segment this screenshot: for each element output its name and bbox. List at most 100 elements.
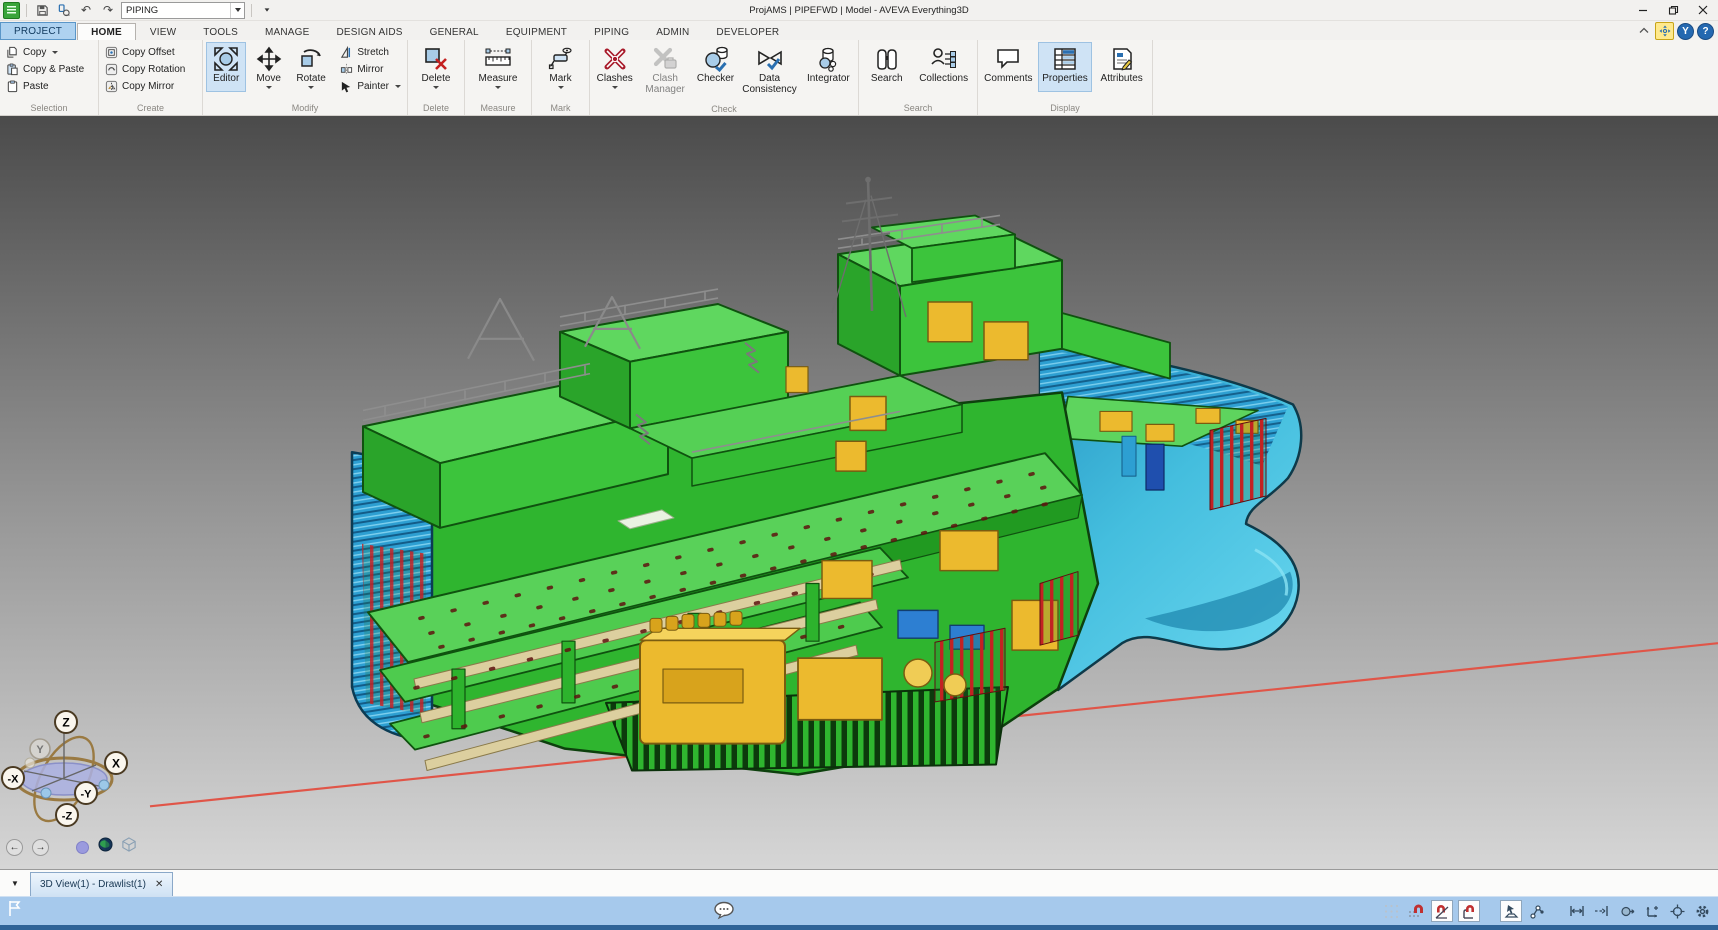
- tab-admin[interactable]: ADMIN: [643, 24, 702, 40]
- collapse-ribbon-icon[interactable]: [1636, 26, 1652, 36]
- svg-text:X: X: [112, 757, 120, 771]
- copy-button[interactable]: Copy: [3, 44, 87, 60]
- painter-button[interactable]: Painter: [337, 78, 404, 94]
- customize-toolbar-icon[interactable]: [258, 2, 276, 18]
- data-consistency-button[interactable]: Data Consistency: [739, 42, 799, 103]
- delete-icon: [423, 45, 449, 73]
- move-button[interactable]: Move: [248, 42, 288, 92]
- orbit-center-icon[interactable]: [1617, 901, 1637, 921]
- properties-button[interactable]: Properties: [1038, 42, 1093, 92]
- integrator-button[interactable]: Integrator: [802, 42, 855, 92]
- editor-button[interactable]: Editor: [206, 42, 246, 92]
- tab-general[interactable]: GENERAL: [417, 24, 492, 40]
- publish-model-icon[interactable]: [55, 2, 73, 18]
- tab-project[interactable]: PROJECT: [0, 22, 76, 40]
- view-tab-active[interactable]: 3D View(1) - Drawlist(1) ✕: [30, 872, 173, 896]
- close-view-icon[interactable]: ✕: [155, 879, 163, 890]
- aveva-y-icon[interactable]: Y: [1677, 23, 1694, 40]
- ribbon-group-display: Comments Properties Attributes Display: [978, 40, 1153, 115]
- tab-design-aids[interactable]: DESIGN AIDS: [324, 24, 416, 40]
- move-icon: [256, 45, 282, 73]
- chevron-down-icon[interactable]: [230, 3, 244, 18]
- quick-access-toolbar: ↶ ↷ PIPING: [0, 2, 276, 19]
- paste-button[interactable]: Paste: [3, 78, 87, 94]
- svg-text:-Y: -Y: [81, 789, 93, 801]
- save-icon[interactable]: [33, 2, 51, 18]
- clash-manager-icon: [652, 45, 678, 73]
- gizmo-axis-neg-z[interactable]: -Z: [56, 804, 78, 826]
- 3d-viewport[interactable]: Y Z X -X -Y -Z ←: [0, 116, 1718, 869]
- undo-icon[interactable]: ↶: [77, 2, 95, 18]
- collections-button[interactable]: Collections: [913, 42, 974, 92]
- view-tab-bar: ▼ 3D View(1) - Drawlist(1) ✕: [0, 869, 1718, 896]
- separator: [26, 4, 27, 17]
- copy-rotation-button[interactable]: Copy Rotation: [102, 61, 188, 77]
- copy-mirror-button[interactable]: Copy Mirror: [102, 78, 188, 94]
- crosshair-icon[interactable]: [1667, 901, 1687, 921]
- delete-button[interactable]: Delete: [411, 42, 461, 92]
- ribbon-group-check: Clashes Clash Manager Checker: [590, 40, 859, 115]
- tab-manage[interactable]: MANAGE: [252, 24, 323, 40]
- rotate-button[interactable]: Rotate: [291, 42, 331, 92]
- tab-developer[interactable]: DEVELOPER: [703, 24, 792, 40]
- minimize-button[interactable]: [1628, 0, 1658, 20]
- copy-offset-button[interactable]: Copy Offset: [102, 44, 188, 60]
- snap-settings-icon[interactable]: [1692, 901, 1712, 921]
- title-bar: ↶ ↷ PIPING ProjAMS | PIPEFWD | Model - A…: [0, 0, 1718, 21]
- mirror-button[interactable]: Mirror: [337, 61, 404, 77]
- gizmo-axis-z[interactable]: Z: [55, 711, 77, 733]
- position-axes-icon[interactable]: [1642, 901, 1662, 921]
- ribbon-group-selection: Copy Copy & Paste Paste Selection: [0, 40, 99, 115]
- node-link-icon[interactable]: [1527, 901, 1547, 921]
- view-back-icon[interactable]: ←: [6, 839, 23, 856]
- tab-piping[interactable]: PIPING: [581, 24, 642, 40]
- ribbon-group-mark: Mark Mark: [532, 40, 590, 115]
- ribbon-group-modify: Editor Move Rotate: [203, 40, 408, 115]
- window-controls: [1628, 0, 1718, 20]
- clashes-button[interactable]: Clashes: [593, 42, 637, 92]
- tab-view[interactable]: VIEW: [137, 24, 189, 40]
- aveva-e3d-window: ↶ ↷ PIPING ProjAMS | PIPEFWD | Model - A…: [0, 0, 1718, 930]
- orientation-gizmo[interactable]: Y Z X -X -Y -Z: [0, 705, 132, 827]
- gizmo-axis-x[interactable]: X: [105, 752, 127, 774]
- stretch-button[interactable]: Stretch: [337, 44, 404, 60]
- copy-and-paste-button[interactable]: Copy & Paste: [3, 61, 87, 77]
- view-forward-icon[interactable]: →: [32, 839, 49, 856]
- measure-button[interactable]: Measure: [468, 42, 528, 92]
- gizmo-axis-neg-x[interactable]: -X: [2, 767, 24, 789]
- mark-button[interactable]: Mark: [535, 42, 586, 92]
- attributes-button[interactable]: Attributes: [1094, 42, 1149, 92]
- help-icon[interactable]: ?: [1697, 23, 1714, 40]
- tab-list-icon[interactable]: ▼: [0, 870, 30, 896]
- comments-button[interactable]: Comments: [981, 42, 1036, 92]
- tab-equipment[interactable]: EQUIPMENT: [493, 24, 580, 40]
- iso-cube-icon[interactable]: [122, 837, 136, 857]
- checker-button[interactable]: Checker: [694, 42, 738, 92]
- redo-icon[interactable]: ↷: [99, 2, 117, 18]
- tab-tools[interactable]: TOOLS: [190, 24, 251, 40]
- gizmo-axis-neg-y[interactable]: -Y: [75, 782, 97, 804]
- step-to-edge-icon[interactable]: [1592, 901, 1612, 921]
- discipline-selector[interactable]: PIPING: [121, 2, 245, 19]
- magnet-grid-snap-icon[interactable]: [1406, 901, 1426, 921]
- grid-snap-icon[interactable]: [1381, 901, 1401, 921]
- magnet-angle-snap-icon[interactable]: [1431, 900, 1453, 922]
- navigate-mode-icon[interactable]: [1655, 22, 1674, 40]
- search-button[interactable]: Search: [862, 42, 911, 92]
- measure-distance-icon[interactable]: [1567, 901, 1587, 921]
- close-button[interactable]: [1688, 0, 1718, 20]
- comment-bubble-icon[interactable]: [713, 901, 735, 925]
- restore-button[interactable]: [1658, 0, 1688, 20]
- ribbon-tab-bar: PROJECT HOME VIEW TOOLS MANAGE DESIGN AI…: [0, 21, 1718, 40]
- app-logo-icon[interactable]: [3, 2, 20, 19]
- clash-manager-button: Clash Manager: [639, 42, 692, 103]
- globe-view-icon[interactable]: [98, 837, 113, 857]
- tab-home[interactable]: HOME: [77, 23, 136, 40]
- discipline-selector-value: PIPING: [126, 5, 158, 16]
- ship-model-3d[interactable]: [0, 116, 1718, 869]
- comments-icon: [995, 45, 1021, 73]
- orbit-point-icon[interactable]: [76, 841, 89, 854]
- pointer-snap-icon[interactable]: [1500, 900, 1522, 922]
- ribbon-group-measure: Measure Measure: [465, 40, 532, 115]
- magnet-path-snap-icon[interactable]: [1458, 900, 1480, 922]
